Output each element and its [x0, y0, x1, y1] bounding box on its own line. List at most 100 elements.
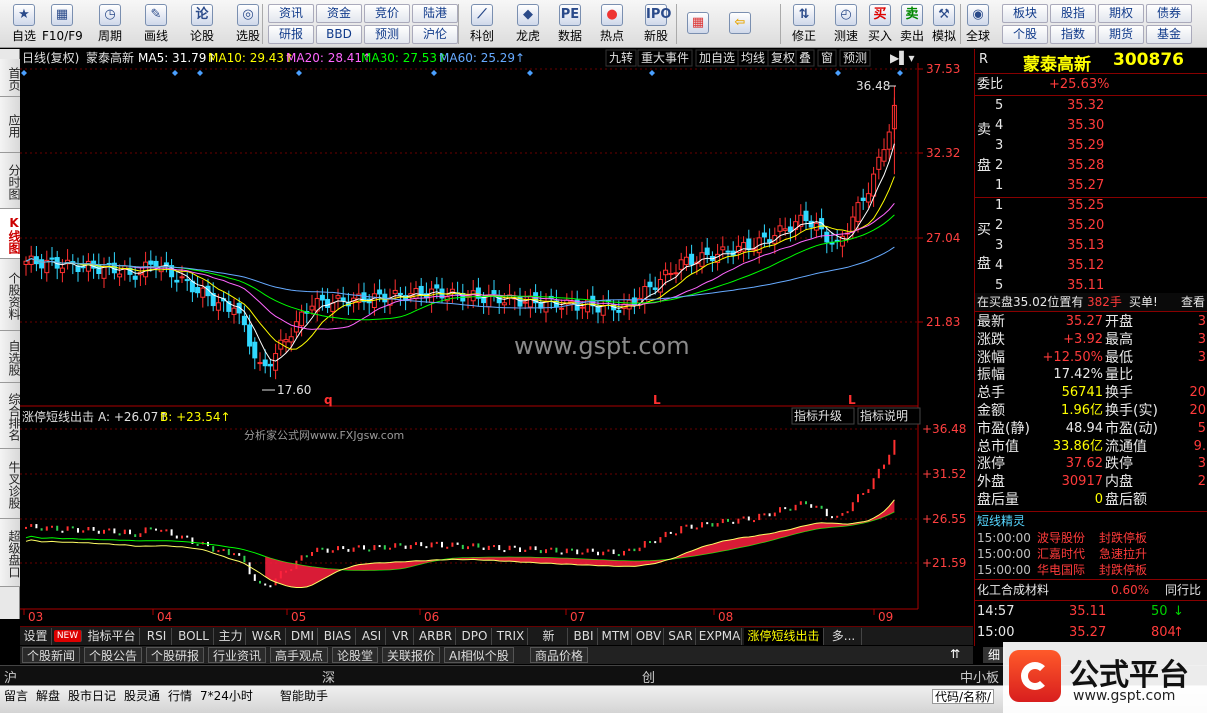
toolbar-button-11[interactable]: IPO 新股 — [636, 2, 676, 46]
toolbar-small-button-12[interactable]: 债券 — [1146, 4, 1192, 23]
detail-tab[interactable]: 细 — [983, 647, 1005, 663]
indicator-tab-15[interactable]: 新DMA — [530, 628, 568, 660]
indicator-tab-3[interactable]: 指标平台 — [84, 628, 140, 645]
sell-level-row[interactable]: 2 35.28 — [975, 157, 1207, 175]
toolbar-small-button-4[interactable]: 陆港 — [412, 4, 458, 23]
leftnav-tab-9[interactable]: 超级盘口 — [0, 519, 21, 587]
toolbar-small-button-10[interactable]: 股指 — [1050, 4, 1096, 23]
toolbar-small-button-15[interactable]: 期货 — [1098, 25, 1144, 44]
toolbar-small-button-2[interactable]: 资金 — [316, 4, 362, 23]
toolbar-button-9[interactable]: PE 数据 — [550, 2, 590, 46]
chart-menu-2[interactable]: 重大事件 — [641, 51, 689, 65]
info-tab-7[interactable]: 关联报价 — [382, 647, 441, 663]
status-item-6[interactable]: 7*24小时 — [200, 689, 253, 704]
buy-level-row[interactable]: 4 35.12 — [975, 257, 1207, 275]
indicator-tab-11[interactable]: VR — [388, 628, 414, 645]
leftnav-tab-5[interactable]: 个股资料 — [0, 259, 21, 331]
status-item-4[interactable]: 股灵通 — [124, 689, 160, 704]
industry-row[interactable]: 化工合成材料 0.60% 同行比 — [975, 581, 1207, 599]
sprite-row[interactable]: 15:00:00 华电国际 封跌停板 — [975, 562, 1207, 578]
indicator-tab-2[interactable]: NEW — [54, 630, 82, 642]
sprite-row[interactable]: 15:00:00 波导股份 封跌停板 — [975, 530, 1207, 546]
chart-menu-1[interactable]: 九转 — [609, 50, 633, 65]
chart-menu-4[interactable]: 均线 — [741, 51, 765, 65]
industry-tab[interactable]: 同行比 — [1165, 581, 1201, 599]
ticker-zx[interactable]: 中小板 — [960, 667, 999, 686]
indicator-tab-14[interactable]: TRIX — [494, 628, 528, 645]
toolbar-small-button-14[interactable]: 指数 — [1050, 25, 1096, 44]
buy-level-row[interactable]: 1 35.25 — [975, 197, 1207, 215]
toolbar-small-button-8[interactable]: 沪伦 — [412, 25, 458, 44]
toolbar-button-3[interactable]: ◷ 周期 — [90, 2, 130, 46]
indicator-tab-22[interactable]: 多... — [826, 628, 862, 645]
kline-chart-area[interactable]: 37.53 32.32 27.04 21.83 +36.48 +31.52 +26.55 +2… — [20, 49, 973, 625]
indicator-tab-18[interactable]: OBV — [634, 628, 664, 645]
toolbar-button-10[interactable]: ● 热点 — [592, 2, 632, 46]
info-tab-6[interactable]: 论股堂 — [332, 647, 379, 663]
collapse-up-icon[interactable]: ⇈ — [946, 647, 964, 663]
sell-level-row[interactable]: 3 35.29 — [975, 137, 1207, 155]
toolbar-small-button-3[interactable]: 竞价 — [364, 4, 410, 23]
indicator-tab-13[interactable]: DPO — [458, 628, 492, 645]
indicator-tab-19[interactable]: SAR — [666, 628, 696, 645]
sell-level-row[interactable]: 4 35.30 — [975, 117, 1207, 135]
sell-level-row[interactable]: 5 35.32 — [975, 97, 1207, 115]
indicator-tab-21[interactable]: 涨停短线出击 — [744, 628, 824, 645]
toolbar-small-button-16[interactable]: 基金 — [1146, 25, 1192, 44]
indicator-tab-16[interactable]: BBI — [570, 628, 598, 645]
code-search-input[interactable]: 代码/名称/ — [932, 689, 995, 704]
chart-menu-5[interactable]: 复权 — [771, 51, 795, 65]
buy-level-row[interactable]: 3 35.13 — [975, 237, 1207, 255]
info-tab-9[interactable]: 商品价格 — [530, 647, 589, 663]
info-tab-3[interactable]: 个股研报 — [146, 647, 205, 663]
toolbar-button-7[interactable]: ⟋ 科创 — [462, 2, 502, 46]
indicator-button-1[interactable]: 指标升级 — [794, 408, 842, 423]
indicator-tab-7[interactable]: W&R — [248, 628, 286, 645]
indicator-tab-12[interactable]: ARBR — [416, 628, 456, 645]
leftnav-tab-2[interactable]: 应用 — [0, 97, 21, 153]
back-arrow-button[interactable]: ⇦ — [720, 2, 760, 46]
toolbar-small-button-11[interactable]: 期权 — [1098, 4, 1144, 23]
toolbar-button-5[interactable]: 论论股 — [182, 2, 222, 46]
tile-button[interactable]: ▦ — [678, 2, 718, 46]
status-item-5[interactable]: 行情 — [168, 689, 192, 704]
chart-menu-7[interactable]: 窗 — [821, 51, 833, 65]
leftnav-tab-8[interactable]: 牛叉诊股 — [0, 449, 21, 519]
leftnav-tab-6[interactable]: 自选股 — [0, 331, 21, 383]
toolbar-button-12[interactable]: ⇅ 修正 — [784, 2, 824, 46]
indicator-tab-10[interactable]: ASI — [358, 628, 386, 645]
indicator-tab-9[interactable]: BIAS — [320, 628, 356, 645]
indicator-tab-1[interactable]: 设置 — [20, 628, 52, 645]
toolbar-small-button-13[interactable]: 个股 — [1002, 25, 1048, 44]
indicator-tab-4[interactable]: RSI — [142, 628, 172, 645]
indicator-tab-8[interactable]: DMI — [288, 628, 318, 645]
pending-check-link[interactable]: 查看 — [1181, 293, 1205, 311]
indicator-button-2[interactable]: 指标说明 — [860, 408, 908, 423]
info-tab-5[interactable]: 高手观点 — [270, 647, 329, 663]
leftnav-tab-3[interactable]: 分时图 — [0, 153, 21, 209]
leftnav-tab-1[interactable]: 首页 — [0, 59, 21, 97]
toolbar-button-4[interactable]: ✎ 画线 — [136, 2, 176, 46]
toolbar-button-8[interactable]: ◆ 龙虎 — [508, 2, 548, 46]
info-tab-1[interactable]: 个股新闻 — [22, 647, 81, 663]
chart-menu-8[interactable]: 预测 — [843, 51, 867, 65]
toolbar-small-button-9[interactable]: 板块 — [1002, 4, 1048, 23]
sell-level-row[interactable]: 1 35.27 — [975, 177, 1207, 195]
indicator-tab-6[interactable]: 主力 — [216, 628, 246, 645]
ticker-cy[interactable]: 创 — [642, 667, 655, 686]
status-item-1[interactable]: 留言 — [4, 689, 28, 704]
sprite-row[interactable]: 15:00:00 汇嘉时代 急速拉升 — [975, 546, 1207, 562]
status-item-3[interactable]: 股市日记 — [68, 689, 116, 704]
ticker-sz[interactable]: 深 — [322, 667, 335, 686]
status-item-7[interactable]: 智能助手 — [280, 689, 328, 704]
indicator-tab-5[interactable]: BOLL — [174, 628, 214, 645]
toolbar-small-button-6[interactable]: BBD — [316, 25, 362, 44]
chart-menu-6[interactable]: 叠 — [799, 51, 811, 65]
info-tab-4[interactable]: 行业资讯 — [208, 647, 267, 663]
toolbar-small-button-5[interactable]: 研报 — [268, 25, 314, 44]
leftnav-tab-4[interactable]: K线图 — [0, 209, 21, 259]
indicator-tab-20[interactable]: EXPMA — [698, 628, 742, 645]
info-tab-8[interactable]: AI相似个股 — [444, 647, 514, 663]
buy-level-row[interactable]: 2 35.20 — [975, 217, 1207, 235]
toolbar-small-button-7[interactable]: 预测 — [364, 25, 410, 44]
